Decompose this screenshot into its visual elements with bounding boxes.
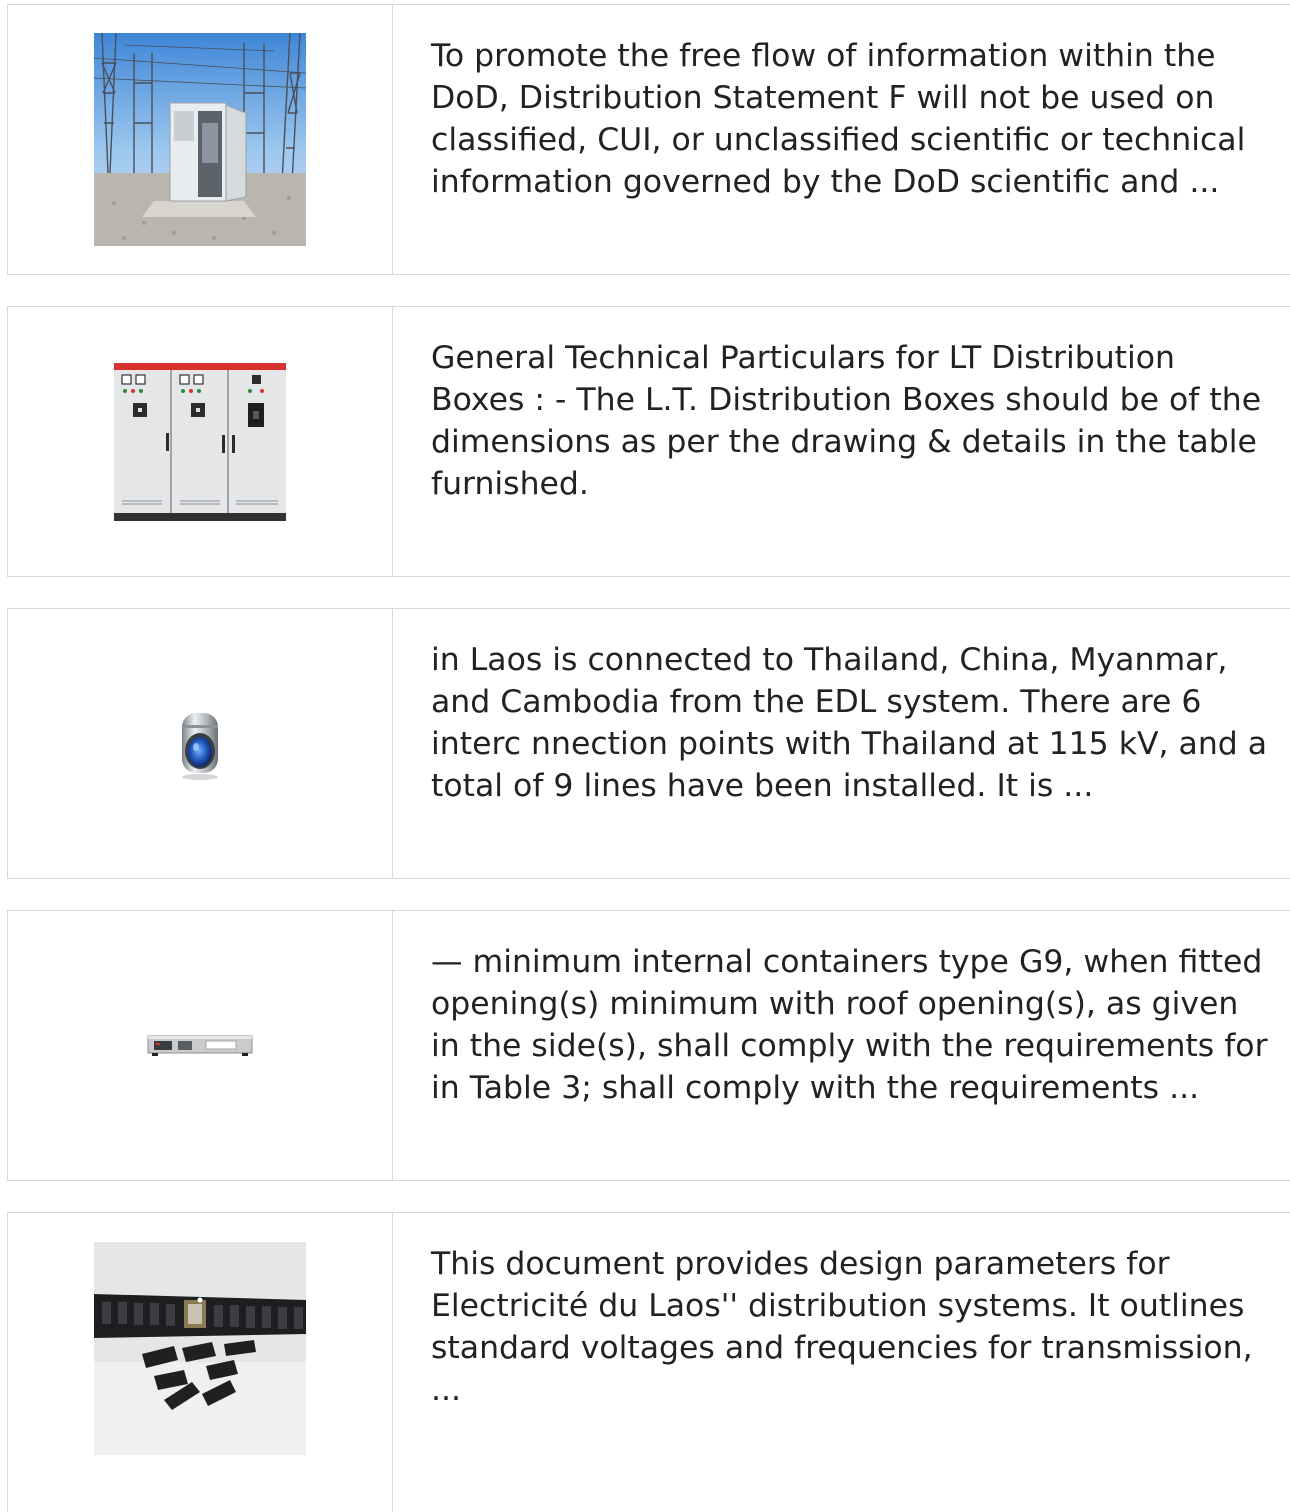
lens-connector-image[interactable] (176, 707, 224, 781)
result-thumbnail-cell[interactable] (8, 5, 393, 274)
distribution-box-panels-image[interactable] (114, 362, 286, 521)
result-thumbnail-cell[interactable] (8, 911, 393, 1180)
rack-unit-image[interactable] (146, 1034, 254, 1058)
result-card[interactable]: General Technical Particulars for LT Dis… (7, 306, 1290, 577)
result-text-cell: This document provides design parameters… (393, 1213, 1290, 1512)
result-description[interactable]: in Laos is connected to Thailand, China,… (431, 639, 1270, 807)
result-thumbnail-cell[interactable] (8, 1213, 393, 1512)
result-card[interactable]: — minimum internal containers type G9, w… (7, 910, 1290, 1181)
result-thumbnail-cell[interactable] (8, 307, 393, 576)
result-card[interactable]: in Laos is connected to Thailand, China,… (7, 608, 1290, 879)
plastic-clips-image[interactable] (94, 1242, 306, 1455)
substation-cabinet-image[interactable] (94, 33, 306, 246)
result-text-cell: — minimum internal containers type G9, w… (393, 911, 1290, 1180)
results-list: To promote the free flow of information … (7, 4, 1290, 1512)
result-text-cell: in Laos is connected to Thailand, China,… (393, 609, 1290, 878)
result-text-cell: To promote the free flow of information … (393, 5, 1290, 274)
result-description[interactable]: This document provides design parameters… (431, 1243, 1270, 1411)
result-text-cell: General Technical Particulars for LT Dis… (393, 307, 1290, 576)
result-description[interactable]: — minimum internal containers type G9, w… (431, 941, 1270, 1109)
result-card[interactable]: To promote the free flow of information … (7, 4, 1290, 275)
result-description[interactable]: To promote the free flow of information … (431, 35, 1270, 203)
result-thumbnail-cell[interactable] (8, 609, 393, 878)
result-card[interactable]: This document provides design parameters… (7, 1212, 1290, 1512)
result-description[interactable]: General Technical Particulars for LT Dis… (431, 337, 1270, 505)
